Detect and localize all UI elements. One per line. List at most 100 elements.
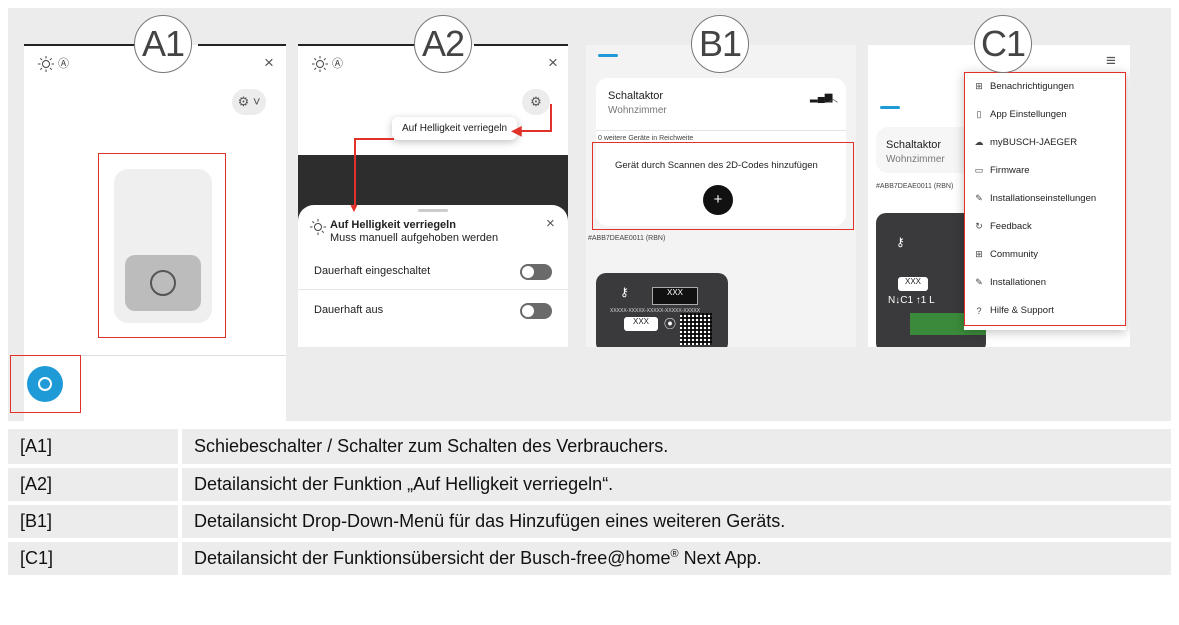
sheet-title: Auf Helligkeit verriegeln (330, 219, 456, 231)
close-icon[interactable]: × (548, 53, 558, 73)
key-icon: ⚷ (620, 285, 629, 299)
serial-number: #ABB7DEAE0011 (RBN) (588, 235, 666, 242)
arrow-head-icon: ◀ (511, 122, 522, 138)
table-row: [A2] Detailansicht der Funktion „Auf Hel… (8, 466, 1171, 505)
qr-code (680, 313, 712, 345)
row-permanent-on-label: Dauerhaft eingeschaltet (314, 265, 431, 277)
menu-item-community[interactable]: ⊞ Community (974, 249, 1038, 260)
nearby-count: 0 weitere Geräte in Reichweite (598, 135, 694, 142)
label-a1: A1 (134, 15, 192, 73)
wireless-icon: ⦿ (664, 317, 677, 331)
device-id-label: XXX (624, 317, 658, 331)
arrow-line (354, 138, 356, 206)
legend-description: Detailansicht der Funktionsübersicht der… (180, 540, 1171, 579)
menu-item-installation-settings[interactable]: ✎ Installationseinstellungen (974, 193, 1096, 204)
device-name: Schaltaktor (886, 139, 942, 151)
menu-item-app-settings[interactable]: ▯ App Einstellungen (974, 109, 1067, 120)
lightbulb-auto-icon (312, 56, 328, 76)
terminal-labels: N↓C1 ↑1 L (888, 295, 935, 306)
serial-number: #ABB7DEAE0011 (RBN) (876, 183, 954, 190)
device-room: Wohnzimmer (886, 154, 945, 165)
label-b1: B1 (691, 15, 749, 73)
menu-item-firmware[interactable]: ▭ Firmware (974, 165, 1030, 176)
menu-item-label: Firmware (990, 165, 1030, 176)
device-label: XXX (652, 287, 698, 305)
legend-table: [A1] Schiebeschalter / Schalter zum Scha… (8, 429, 1171, 579)
wrench-icon: ✎ (975, 277, 983, 287)
phone-icon: ▯ (976, 109, 982, 119)
menu-item-installations[interactable]: ✎ Installationen (974, 277, 1046, 288)
device-room: Wohnzimmer (608, 105, 667, 116)
close-icon[interactable]: × (264, 53, 274, 73)
wrench-icon: ✎ (975, 193, 983, 203)
device-id-xxx: XXX (904, 277, 921, 286)
chevron-up-icon[interactable]: ︿ (828, 90, 838, 105)
arrow-line (354, 138, 394, 140)
help-icon: ? (976, 305, 982, 316)
sheet-handle[interactable] (418, 209, 448, 212)
lightbulb-auto-icon (38, 56, 54, 76)
menu-item-label: Community (990, 249, 1039, 260)
table-row: [A1] Schiebeschalter / Schalter zum Scha… (8, 429, 1171, 468)
hamburger-menu-icon[interactable]: ≡ (1106, 51, 1116, 71)
accent-bar (880, 106, 900, 109)
tooltip-label: Auf Helligkeit verriegeln (402, 123, 508, 134)
legend-key: [B1] (8, 503, 182, 542)
cloud-icon: ☁ (974, 137, 984, 147)
settings-gear-button[interactable]: ⚙ ˅ (232, 89, 266, 115)
legend-key: [A1] (8, 429, 182, 468)
legend-description-tail: Next App. (678, 548, 762, 568)
menu-item-mybusch-jaeger[interactable]: ☁ myBUSCH-JAEGER (974, 137, 1078, 148)
permanent-off-toggle[interactable] (520, 303, 552, 319)
lightbulb-auto-icon (310, 219, 326, 239)
permanent-on-toggle[interactable] (520, 264, 552, 280)
menu-items: ⊞ Benachrichtigungen ▯ App Einstellungen ☁… (964, 72, 1126, 330)
label-line-a1 (198, 44, 286, 46)
menu-item-label: Installationen (990, 277, 1046, 288)
highlight-box-switch (98, 153, 226, 338)
sheet-subtitle: Muss manuell aufgehoben werden (330, 232, 499, 244)
auto-badge: Ⓐ (332, 58, 343, 70)
row-permanent-off-label: Dauerhaft aus (314, 304, 384, 316)
menu-item-label: myBUSCH-JAEGER (990, 137, 1078, 148)
arrow-head-icon: ▼ (348, 201, 360, 215)
arrow-line (520, 130, 552, 132)
panel-a2: Ⓐ × ⚙ Auf Helligkeit verriegeln Auf Hell… (298, 45, 568, 347)
settings-gear-button[interactable]: ⚙ (522, 89, 550, 115)
device-id-xxx: XXX (632, 317, 649, 326)
blue-action-button[interactable] (27, 366, 63, 402)
device-id-label: XXX (898, 277, 928, 291)
notifications-icon: ⊞ (975, 81, 983, 91)
auto-badge: Ⓐ (58, 58, 69, 70)
circle-icon (38, 377, 52, 391)
legend-description-text: Detailansicht der Funktionsübersicht der… (194, 548, 671, 568)
key-icon: ⚷ (896, 235, 905, 249)
menu-item-help-support[interactable]: ? Hilfe & Support (974, 305, 1054, 316)
label-line-a2 (298, 44, 418, 46)
table-row: [B1] Detailansicht Drop-Down-Menü für da… (8, 503, 1171, 542)
menu-item-notifications[interactable]: ⊞ Benachrichtigungen (974, 81, 1074, 92)
divider (596, 130, 846, 131)
lock-brightness-tooltip[interactable]: Auf Helligkeit verriegeln (392, 117, 518, 140)
label-c1: C1 (974, 15, 1032, 73)
registered-mark: ® (670, 548, 679, 560)
menu-item-label: Installationseinstellungen (990, 193, 1097, 204)
legend-description: Detailansicht der Funktion „Auf Helligke… (180, 466, 1171, 505)
table-row: [C1] Detailansicht der Funktionsübersich… (8, 540, 1171, 579)
legend-description: Detailansicht Drop-Down-Menü für das Hin… (180, 503, 1171, 542)
legend-key: [C1] (8, 540, 182, 579)
bottom-sheet: Auf Helligkeit verriegeln Muss manuell a… (298, 205, 568, 347)
label-a2: A2 (414, 15, 472, 73)
panel-b1: Schaltaktor Wohnzimmer ▂▄▆ ︿ 0 weitere G… (586, 45, 856, 347)
menu-item-label: Benachrichtigungen (990, 81, 1074, 92)
refresh-icon: ↻ (975, 221, 983, 231)
label-line-a1 (24, 44, 144, 46)
sheet-close-icon[interactable]: × (546, 215, 555, 232)
legend-description: Schiebeschalter / Schalter zum Schalten … (180, 429, 1171, 468)
screenshot-stage: Ⓐ × ⚙ ˅ Ⓐ × ⚙ Auf Helligkeit verriegeln … (8, 8, 1171, 421)
menu-item-feedback[interactable]: ↻ Feedback (974, 221, 1032, 232)
arrow-line (550, 104, 552, 131)
menu-item-label: Hilfe & Support (990, 305, 1054, 316)
label-line-a2 (474, 44, 568, 46)
accent-bar (598, 54, 618, 57)
